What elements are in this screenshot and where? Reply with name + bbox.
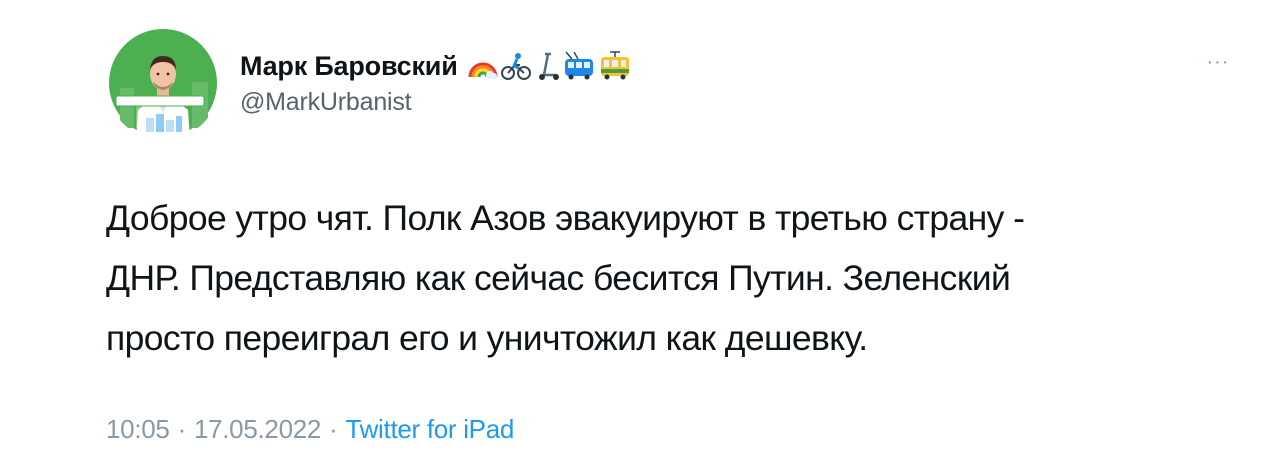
cyclist-icon [500, 53, 531, 80]
tweet-text: Доброе утро чят. Полк Азов эвакуируют в … [106, 198, 1025, 358]
user-info: Марк Баровский @MarkUrbanist [240, 44, 632, 117]
meta-separator: · [177, 414, 187, 444]
display-name[interactable]: Марк Баровский [240, 51, 458, 82]
avatar-image [106, 26, 220, 140]
more-options-icon[interactable]: ··· [1198, 51, 1238, 73]
kick-scooter-icon [538, 52, 559, 80]
tweet: Марк Баровский @MarkUrbanist ··· Доброе … [0, 0, 1280, 476]
tweet-source-link[interactable]: Twitter for iPad [345, 414, 514, 445]
meta-separator: · [329, 414, 338, 444]
rainbow-icon [468, 62, 498, 79]
name-emojis [468, 51, 632, 81]
avatar[interactable] [106, 26, 220, 140]
name-row: Марк Баровский [240, 44, 632, 88]
tweet-meta: 10:05 · 17.05.2022 · Twitter for iPad [106, 414, 514, 445]
tweet-date[interactable]: 17.05.2022 [194, 414, 321, 445]
trolleybus-icon [564, 51, 593, 80]
user-handle[interactable]: @MarkUrbanist [240, 88, 632, 117]
tweet-time[interactable]: 10:05 [106, 414, 170, 445]
tram-icon [600, 51, 629, 80]
